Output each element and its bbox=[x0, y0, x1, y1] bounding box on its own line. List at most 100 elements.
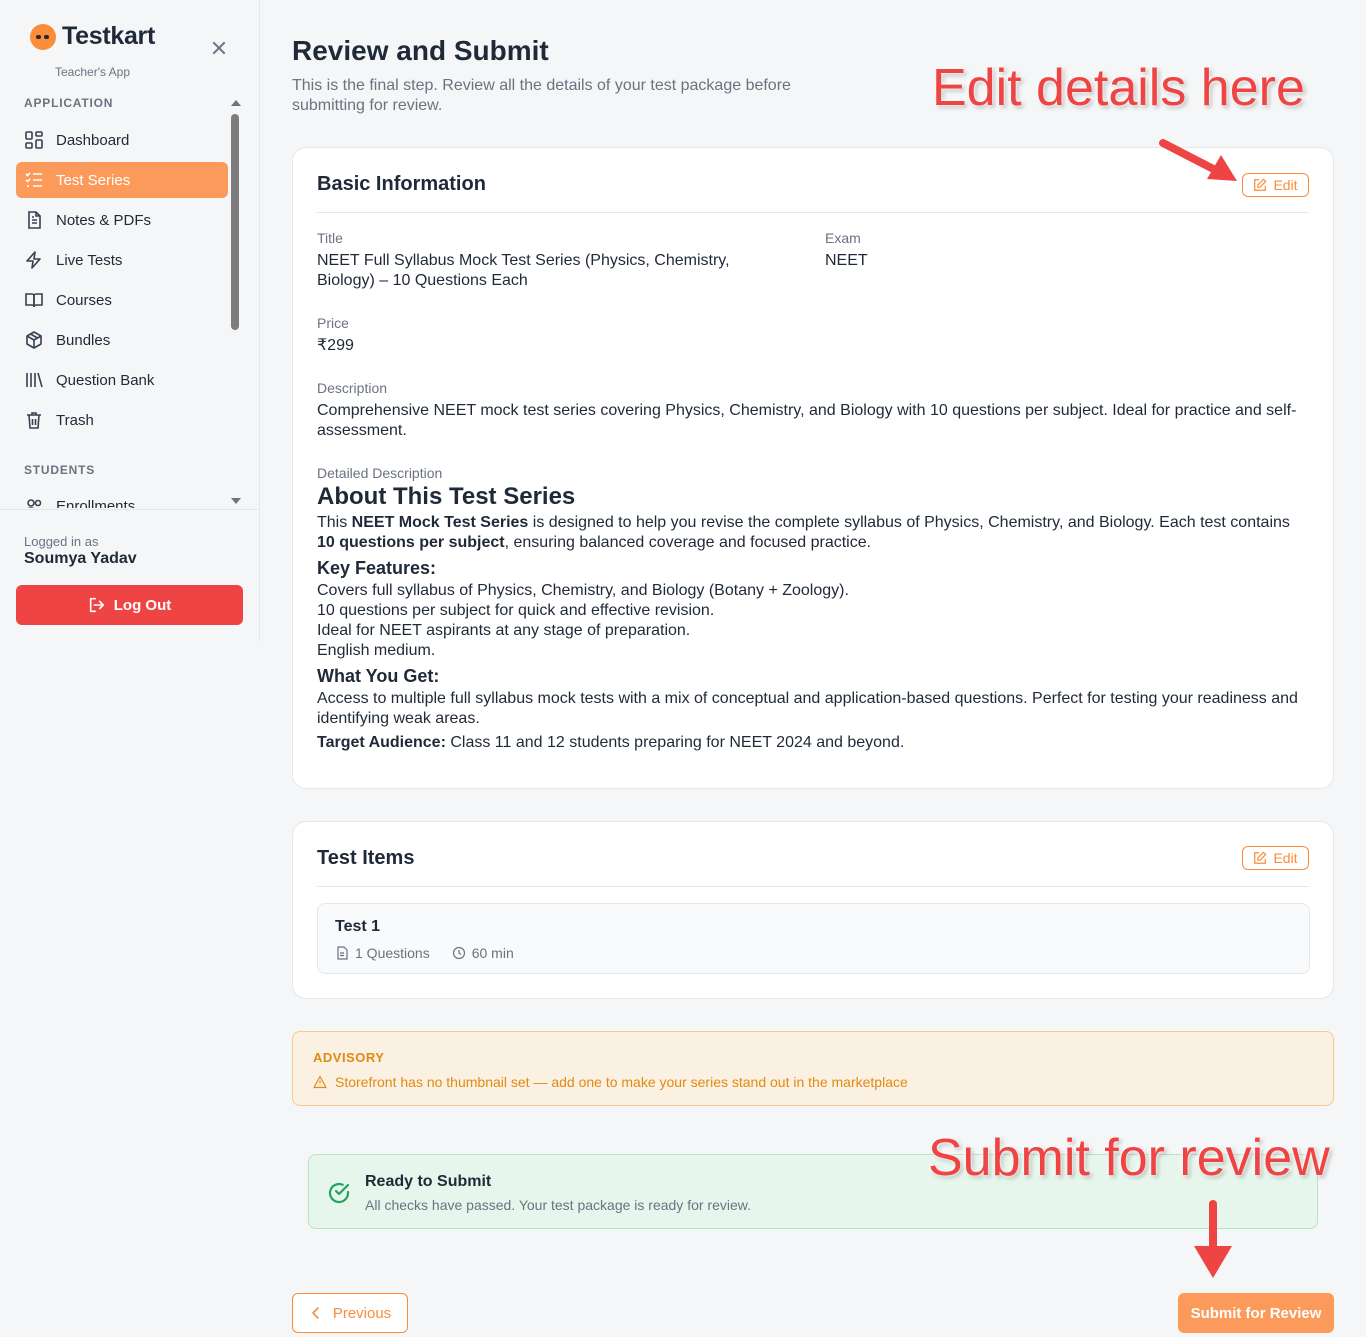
edit-test-items-button[interactable]: Edit bbox=[1242, 846, 1309, 870]
question-count: 1 Questions bbox=[355, 945, 430, 961]
exam-label: Exam bbox=[825, 230, 861, 246]
what-you-get-text: Access to multiple full syllabus mock te… bbox=[317, 690, 1298, 727]
sidebar-item-notes-pdfs[interactable]: Notes & PDFs bbox=[16, 202, 228, 238]
exam-value: NEET bbox=[825, 252, 868, 269]
detailed-description-label: Detailed Description bbox=[317, 465, 443, 481]
sidebar-item-label: Test Series bbox=[56, 171, 131, 189]
sidebar-item-label: Notes & PDFs bbox=[56, 211, 152, 229]
annotation-submit-hint: Submit for review bbox=[928, 1129, 1330, 1187]
feature-item: English medium. bbox=[317, 642, 436, 659]
ready-title: Ready to Submit bbox=[365, 1173, 492, 1190]
sidebar-item-label: Bundles bbox=[56, 331, 111, 349]
check-circle-icon bbox=[328, 1182, 350, 1204]
ready-text: All checks have passed. Your test packag… bbox=[365, 1197, 751, 1213]
sidebar-item-label: Dashboard bbox=[56, 131, 130, 149]
library-icon bbox=[26, 372, 43, 388]
sidebar-item-trash[interactable]: Trash bbox=[16, 402, 228, 438]
sidebar-item-dashboard[interactable]: Dashboard bbox=[16, 122, 228, 158]
annotation-arrow-icon bbox=[1159, 139, 1237, 181]
price-value: ₹299 bbox=[317, 337, 354, 354]
logout-label: Log Out bbox=[113, 596, 172, 614]
basic-information-heading: Basic Information bbox=[317, 173, 486, 195]
brand-subtitle: Teacher's App bbox=[55, 65, 131, 79]
test-items-card: Test Items Edit Test 1 1 Questions 60 mi… bbox=[292, 821, 1334, 999]
test-item-title: Test 1 bbox=[335, 918, 381, 935]
sidebar-item-label: Courses bbox=[56, 291, 112, 309]
brand-name: Testkart bbox=[62, 22, 156, 50]
close-sidebar-icon[interactable] bbox=[208, 37, 230, 59]
description-label: Description bbox=[317, 380, 388, 396]
feature-item: 10 questions per subject for quick and e… bbox=[317, 602, 715, 619]
edit-label: Edit bbox=[1273, 177, 1298, 193]
section-label-students: STUDENTS bbox=[24, 463, 96, 477]
chevron-left-icon bbox=[312, 1307, 319, 1319]
card-divider bbox=[317, 212, 1309, 213]
edit-label: Edit bbox=[1273, 850, 1298, 866]
scroll-up-arrow-icon[interactable] bbox=[231, 100, 241, 106]
edit-icon bbox=[1254, 851, 1267, 864]
intro-paragraph: This NEET Mock Test Series is designed t… bbox=[317, 514, 1290, 551]
sidebar: Testkart Teacher's App APPLICATION Dashb… bbox=[0, 0, 260, 641]
detailed-description: About This Test Series This NEET Mock Te… bbox=[317, 481, 1307, 753]
sidebar-divider bbox=[0, 509, 259, 510]
scrollbar-thumb[interactable] bbox=[231, 114, 239, 330]
previous-button[interactable]: Previous bbox=[292, 1293, 408, 1333]
page-title: Review and Submit bbox=[292, 35, 549, 66]
card-divider bbox=[317, 886, 1309, 887]
test-item[interactable]: Test 1 1 Questions 60 min bbox=[317, 903, 1310, 974]
sidebar-item-enrollments[interactable]: Enrollments bbox=[16, 488, 228, 508]
sidebar-item-live-tests[interactable]: Live Tests bbox=[16, 242, 228, 278]
sidebar-item-question-bank[interactable]: Question Bank bbox=[16, 362, 228, 398]
price-label: Price bbox=[317, 315, 349, 331]
annotation-edit-hint: Edit details here bbox=[932, 59, 1305, 117]
sidebar-item-label: Live Tests bbox=[56, 251, 123, 269]
title-label: Title bbox=[317, 230, 343, 246]
scroll-down-arrow-icon[interactable] bbox=[231, 498, 241, 504]
brand-logo-icon bbox=[30, 23, 56, 50]
key-features-heading: Key Features: bbox=[317, 558, 437, 578]
logout-button[interactable]: Log Out bbox=[16, 585, 243, 625]
sidebar-item-courses[interactable]: Courses bbox=[16, 282, 228, 318]
feature-item: Covers full syllabus of Physics, Chemist… bbox=[317, 582, 849, 599]
dashboard-icon bbox=[25, 131, 43, 149]
checklist-icon bbox=[25, 172, 42, 187]
advisory-message: Storefront has no thumbnail set — add on… bbox=[313, 1074, 908, 1090]
logged-in-user: Soumya Yadav bbox=[24, 550, 137, 567]
sidebar-item-label: Enrollments bbox=[56, 497, 136, 509]
feature-item: Ideal for NEET aspirants at any stage of… bbox=[317, 622, 691, 639]
title-value: NEET Full Syllabus Mock Test Series (Phy… bbox=[317, 252, 730, 289]
advisory-text: Storefront has no thumbnail set — add on… bbox=[335, 1074, 908, 1090]
previous-label: Previous bbox=[332, 1304, 392, 1322]
target-audience: Target Audience: Class 11 and 12 student… bbox=[317, 734, 905, 751]
edit-basic-information-button[interactable]: Edit bbox=[1242, 173, 1309, 197]
test-duration: 60 min bbox=[471, 945, 514, 961]
lightning-icon bbox=[26, 251, 41, 269]
sidebar-item-label: Question Bank bbox=[56, 371, 155, 389]
logged-in-label: Logged in as bbox=[24, 534, 99, 549]
logout-icon bbox=[89, 597, 104, 613]
edit-icon bbox=[1254, 178, 1267, 191]
document-icon bbox=[337, 946, 348, 960]
file-text-icon bbox=[28, 211, 41, 229]
sidebar-scrollbar[interactable] bbox=[229, 96, 243, 508]
section-label-application: APPLICATION bbox=[24, 96, 114, 110]
brand: Testkart bbox=[30, 22, 155, 51]
users-icon bbox=[27, 499, 42, 508]
package-icon bbox=[26, 331, 42, 349]
sidebar-nav: APPLICATION Dashboard Test Series Notes … bbox=[0, 90, 245, 508]
submit-for-review-button[interactable]: Submit for Review bbox=[1178, 1293, 1334, 1333]
test-item-meta: 1 Questions 60 min bbox=[335, 945, 514, 961]
advisory-title: ADVISORY bbox=[313, 1050, 385, 1065]
advisory-banner: ADVISORY Storefront has no thumbnail set… bbox=[292, 1031, 1334, 1106]
annotation-arrow-icon bbox=[1194, 1200, 1232, 1278]
basic-information-card: Basic Information Edit Title NEET Full S… bbox=[292, 147, 1334, 789]
what-you-get-heading: What You Get: bbox=[317, 666, 440, 686]
page-subtitle: This is the final step. Review all the d… bbox=[292, 77, 791, 114]
book-open-icon bbox=[25, 293, 43, 308]
warning-icon bbox=[313, 1075, 327, 1089]
clock-icon bbox=[452, 946, 465, 960]
trash-icon bbox=[27, 412, 41, 429]
sidebar-item-test-series[interactable]: Test Series bbox=[16, 162, 228, 198]
sidebar-item-bundles[interactable]: Bundles bbox=[16, 322, 228, 358]
sidebar-item-label: Trash bbox=[56, 411, 94, 429]
